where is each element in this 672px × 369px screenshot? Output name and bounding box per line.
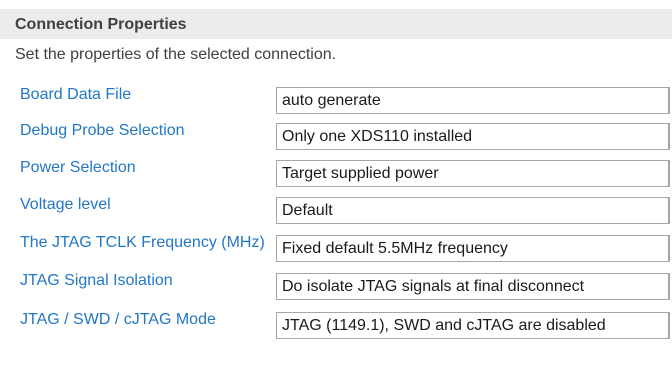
- property-row-jtag-swd-cjtag-mode: JTAG / SWD / cJTAG Mode JTAG (1149.1), S…: [0, 309, 672, 345]
- debug-probe-selection-label[interactable]: Debug Probe Selection: [20, 120, 185, 142]
- jtag-tclk-frequency-field[interactable]: Fixed default 5.5MHz frequency: [276, 235, 670, 262]
- voltage-level-field[interactable]: Default: [276, 197, 670, 224]
- property-row-jtag-signal-isolation: JTAG Signal Isolation Do isolate JTAG si…: [0, 270, 672, 306]
- section-description: Set the properties of the selected conne…: [15, 46, 337, 63]
- debug-probe-selection-field[interactable]: Only one XDS110 installed: [276, 123, 670, 150]
- board-data-file-field[interactable]: auto generate: [276, 87, 670, 114]
- jtag-swd-cjtag-mode-field[interactable]: JTAG (1149.1), SWD and cJTAG are disable…: [276, 312, 670, 339]
- property-row-voltage-level: Voltage level Default: [0, 194, 672, 230]
- voltage-level-label[interactable]: Voltage level: [20, 194, 111, 216]
- jtag-signal-isolation-field[interactable]: Do isolate JTAG signals at final disconn…: [276, 273, 670, 300]
- section-header: Connection Properties: [0, 9, 672, 39]
- power-selection-field[interactable]: Target supplied power: [276, 160, 670, 187]
- property-row-power-selection: Power Selection Target supplied power: [0, 157, 672, 193]
- property-row-debug-probe-selection: Debug Probe Selection Only one XDS110 in…: [0, 120, 672, 156]
- property-row-jtag-tclk-frequency: The JTAG TCLK Frequency (MHz) Fixed defa…: [0, 232, 672, 268]
- jtag-tclk-frequency-label[interactable]: The JTAG TCLK Frequency (MHz): [20, 232, 265, 254]
- jtag-swd-cjtag-mode-label[interactable]: JTAG / SWD / cJTAG Mode: [20, 309, 216, 331]
- board-data-file-label[interactable]: Board Data File: [20, 84, 131, 106]
- power-selection-label[interactable]: Power Selection: [20, 157, 136, 179]
- top-strip: [0, 0, 672, 9]
- jtag-signal-isolation-label[interactable]: JTAG Signal Isolation: [20, 270, 173, 292]
- property-row-board-data-file: Board Data File auto generate: [0, 84, 672, 120]
